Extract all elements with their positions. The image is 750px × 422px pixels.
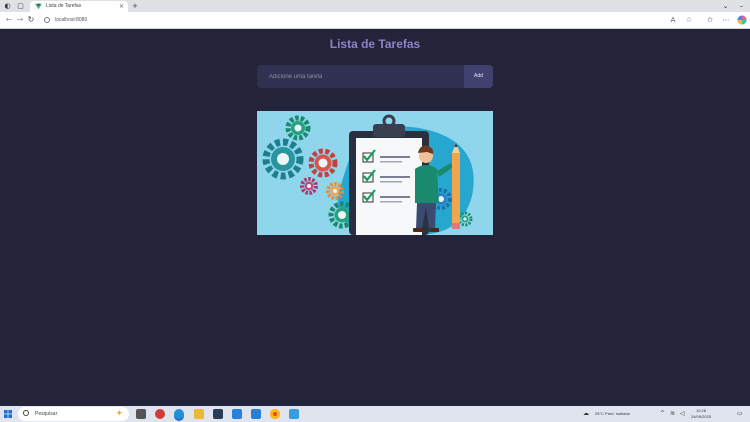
wifi-icon[interactable]: ≋	[670, 410, 675, 418]
extensions-icon[interactable]: ⋯	[721, 15, 731, 25]
vue-favicon-icon	[35, 3, 42, 10]
new-tab-button[interactable]: +	[131, 1, 139, 11]
windows-start-icon[interactable]	[4, 410, 12, 418]
pencil-icon	[452, 143, 460, 229]
gear-icon-red	[308, 148, 338, 178]
address-bar[interactable]: localhost:8080	[38, 14, 678, 27]
back-button[interactable]: ←	[4, 15, 14, 25]
browser-tab-bar: ◐ ▢ Lista de Tarefas × + ⌄ –	[0, 0, 750, 12]
favorites-icon[interactable]: ✩	[705, 15, 715, 25]
workspaces-icon[interactable]: ▢	[16, 1, 25, 11]
task-input[interactable]	[257, 65, 464, 88]
page-content: Lista de Tarefas Add	[0, 29, 750, 405]
tab-lista-de-tarefas[interactable]: Lista de Tarefas ×	[30, 1, 128, 12]
store-app-icon[interactable]	[213, 409, 223, 419]
taskbar-clock[interactable]: 10:28 24/09/2025	[689, 408, 713, 420]
url-text: localhost:8080	[55, 17, 88, 23]
notifications-icon[interactable]: ▭	[737, 410, 743, 418]
favorite-star-icon[interactable]: ☆	[684, 15, 694, 25]
minimize-button[interactable]: –	[737, 1, 746, 11]
add-task-button[interactable]: Add	[464, 65, 493, 88]
task-view-icon[interactable]	[136, 409, 146, 419]
tray-chevron-icon[interactable]: ^	[660, 410, 665, 418]
taskbar-search[interactable]: Pesquisar ✦	[18, 407, 129, 421]
file-explorer-icon[interactable]	[194, 409, 204, 419]
mail-app-icon[interactable]	[232, 409, 242, 419]
search-icon	[23, 410, 29, 416]
other-app-icon[interactable]	[289, 409, 299, 419]
tab-title: Lista de Tarefas	[46, 3, 82, 9]
forward-button[interactable]: →	[15, 15, 25, 25]
chrome-app-icon[interactable]	[270, 409, 280, 419]
taskbar-search-placeholder: Pesquisar	[35, 411, 58, 417]
read-aloud-icon[interactable]: A	[668, 15, 678, 25]
chrome-profile-app-icon[interactable]	[155, 409, 165, 419]
clock-date: 24/09/2025	[690, 414, 712, 419]
address-toolbar: ← → ↻ localhost:8080 A ☆ ✩ ⋯	[0, 12, 750, 29]
checklist-illustration	[257, 111, 493, 235]
reload-button[interactable]: ↻	[26, 15, 36, 25]
weather-icon[interactable]: ☁	[583, 410, 589, 418]
copilot-icon[interactable]	[737, 15, 747, 25]
tab-close-icon[interactable]: ×	[119, 1, 124, 12]
vscode-app-icon[interactable]	[251, 409, 261, 419]
volume-icon[interactable]: ◁	[680, 410, 685, 418]
page-title: Lista de Tarefas	[329, 37, 421, 51]
windows-taskbar: Pesquisar ✦ ☁ 25°C Pred. nublado ^ ≋ ◁ 1…	[0, 406, 750, 422]
search-highlight-icon: ✦	[115, 409, 123, 419]
profile-icon[interactable]: ◐	[3, 1, 12, 11]
tab-search-icon[interactable]: ⌄	[721, 1, 730, 11]
edge-app-icon[interactable]	[174, 409, 184, 419]
weather-text[interactable]: 25°C Pred. nublado	[595, 406, 630, 422]
site-info-icon[interactable]	[44, 17, 50, 23]
